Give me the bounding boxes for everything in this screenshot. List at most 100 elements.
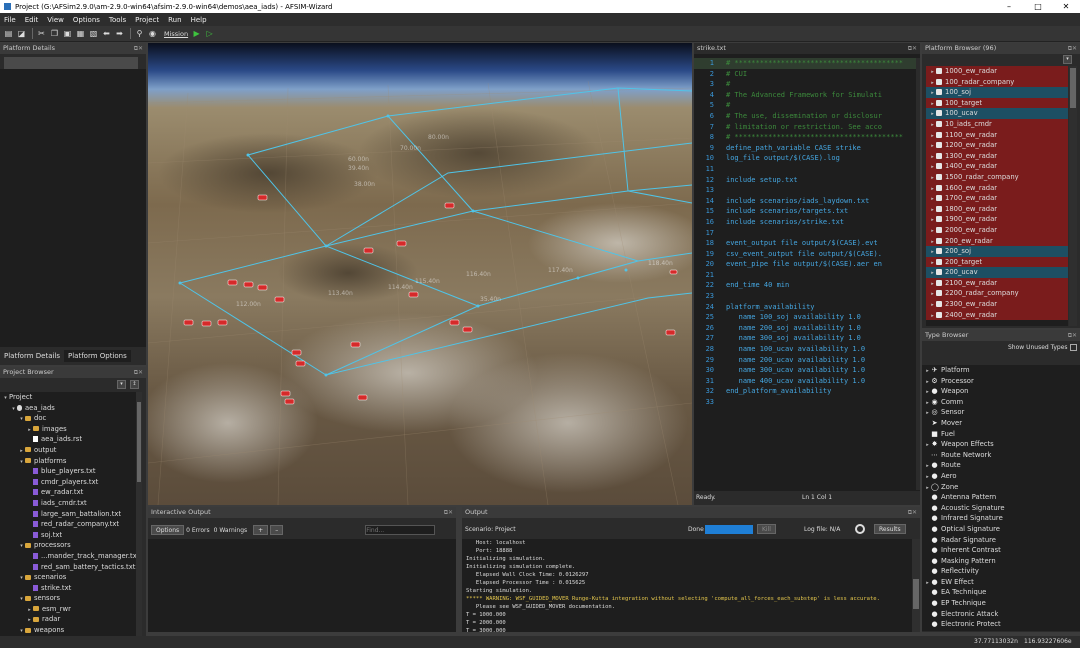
menu-run[interactable]: Run xyxy=(168,16,181,24)
spinner-icon[interactable] xyxy=(855,524,865,534)
panel-float-close-icon[interactable]: ⧉✕ xyxy=(1068,330,1077,341)
type-item[interactable]: ▸ ● Route xyxy=(922,460,1080,471)
tree-item[interactable]: blue_players.txt xyxy=(0,466,136,477)
tab-strike-txt[interactable]: strike.txt xyxy=(697,44,726,52)
tree-item[interactable]: ▾ sensors xyxy=(0,593,136,604)
type-item[interactable]: ● Electronic Attack xyxy=(922,609,1080,620)
menu-edit[interactable]: Edit xyxy=(25,16,39,24)
project-tree-scrollbar[interactable] xyxy=(136,392,142,638)
platform-item[interactable]: ▸ 1100_ew_radar xyxy=(926,129,1068,141)
platform-item[interactable]: ▸ 1200_ew_radar xyxy=(926,140,1068,151)
chevron-right-icon[interactable]: ▸ xyxy=(929,311,936,322)
tree-item[interactable]: ▸ esm_rwr xyxy=(0,604,136,615)
minimize-button[interactable]: – xyxy=(995,0,1023,13)
tree-item[interactable]: ▾ processors xyxy=(0,540,136,551)
type-item[interactable]: ● Masking Pattern xyxy=(922,556,1080,567)
platform-item[interactable]: ▸ 200_target xyxy=(926,256,1068,268)
code-area[interactable]: 1 # *************************************… xyxy=(694,58,916,490)
tree-item[interactable]: iads_cmdr.txt xyxy=(0,498,136,509)
tree-item[interactable]: cmdr_players.txt xyxy=(0,477,136,488)
search-icon[interactable]: ⚲ xyxy=(134,28,145,39)
warnings-count[interactable]: 0 Warnings xyxy=(214,527,248,534)
menu-view[interactable]: View xyxy=(47,16,64,24)
type-item[interactable]: ● EA Technique xyxy=(922,587,1080,598)
platform-item[interactable]: ▸ 1400_ew_radar xyxy=(926,161,1068,172)
tree-item[interactable]: ▾ Project xyxy=(0,392,136,403)
dropdown-icon[interactable]: ▾ xyxy=(1063,55,1072,64)
platform-item[interactable]: ▸ 100_target xyxy=(926,97,1068,109)
type-item[interactable]: ▸ ✸ Weapon Effects xyxy=(922,439,1080,450)
platform-item[interactable]: ▸ 1000_ew_radar xyxy=(926,66,1068,77)
type-item[interactable]: ● Reflectivity xyxy=(922,566,1080,577)
tree-item[interactable]: ▸ radar xyxy=(0,614,136,625)
platform-item[interactable]: ▸ 2300_ew_radar xyxy=(926,299,1068,310)
back-arrow-icon[interactable]: ⬅ xyxy=(101,28,112,39)
panel-float-close-icon[interactable]: ⧉✕ xyxy=(1068,43,1077,54)
platform-item[interactable]: ▸ 200_ucav xyxy=(926,267,1068,278)
platform-item[interactable]: ▸ 200_ew_radar xyxy=(926,235,1068,247)
type-item[interactable]: ▸ ⚙ Processor xyxy=(922,376,1080,387)
type-item[interactable]: ● Radar Signature xyxy=(922,535,1080,546)
menu-file[interactable]: File xyxy=(4,16,16,24)
platform-item[interactable]: ▸ 2100_ew_radar xyxy=(926,277,1068,289)
remove-button[interactable]: – xyxy=(270,525,284,535)
new-file-icon[interactable]: ▤ xyxy=(3,28,14,39)
pin-icon[interactable]: ↥ xyxy=(130,380,139,389)
platform-item[interactable]: ▸ 1300_ew_radar xyxy=(926,150,1068,162)
platform-item[interactable]: ▸ 2200_radar_company xyxy=(926,288,1068,300)
type-item[interactable]: ▸ ● Weapon xyxy=(922,386,1080,397)
platform-item[interactable]: ▸ 200_soj xyxy=(926,246,1068,257)
platform-item[interactable]: ▸ 1500_radar_company xyxy=(926,171,1068,183)
paste-icon[interactable]: ▣ xyxy=(62,28,73,39)
tree-item[interactable]: soj.txt xyxy=(0,530,136,541)
tree-item[interactable]: ▸ output xyxy=(0,445,136,456)
results-button[interactable]: Results xyxy=(874,524,906,534)
type-item[interactable]: ▸ ✈ Platform xyxy=(922,365,1080,376)
map-view[interactable]: 80.00n 70.00n 60.00n 39.40n 38.00n 112.00n 113… xyxy=(148,43,692,505)
tree-item[interactable]: ▾ platforms xyxy=(0,456,136,467)
type-item[interactable]: ● Optical Signature xyxy=(922,524,1080,535)
type-item[interactable]: ● EP Technique xyxy=(922,598,1080,609)
menu-help[interactable]: Help xyxy=(191,16,207,24)
tree-item[interactable]: red_radar_company.txt xyxy=(0,519,136,530)
show-unused-checkbox[interactable] xyxy=(1070,344,1077,351)
type-item[interactable]: ● Antenna Pattern xyxy=(922,492,1080,503)
tree-item[interactable]: ew_radar.txt xyxy=(0,487,136,498)
panel-float-close-icon[interactable]: ⧉✕ xyxy=(908,43,917,54)
type-item[interactable]: ▸ ◎ Sensor xyxy=(922,407,1080,418)
menu-options[interactable]: Options xyxy=(73,16,100,24)
tree-item[interactable]: ▸ images xyxy=(0,424,136,435)
tree-item[interactable]: large_sam_battalion.txt xyxy=(0,509,136,520)
tab-platform-options[interactable]: Platform Options xyxy=(64,350,131,362)
type-item[interactable]: ● Inherent Contrast xyxy=(922,545,1080,556)
editor-scrollbar[interactable] xyxy=(916,58,920,490)
tab-platform-details[interactable]: Platform Details xyxy=(0,350,64,362)
tree-item[interactable]: aea_iads.rst xyxy=(0,434,136,445)
platform-item[interactable]: ▸ 1900_ew_radar xyxy=(926,214,1068,225)
mission-button[interactable]: Mission xyxy=(164,30,188,38)
platform-item[interactable]: ▸ 100_ucav xyxy=(926,108,1068,119)
type-item[interactable]: ● Infrared Signature xyxy=(922,513,1080,524)
type-item[interactable]: ▸ ◯ Zone xyxy=(922,482,1080,493)
eye-icon[interactable]: ◉ xyxy=(147,28,158,39)
document-icon[interactable]: ▧ xyxy=(88,28,99,39)
type-item[interactable]: ▸ ◉ Comm xyxy=(922,397,1080,408)
type-item[interactable]: ➤ Mover xyxy=(922,418,1080,429)
type-item[interactable]: ▸ ● Aero xyxy=(922,471,1080,482)
type-item[interactable]: ▸ ● EW Effect xyxy=(922,577,1080,588)
kill-button[interactable]: Kill xyxy=(757,524,776,534)
tree-item[interactable]: ...mander_track_manager.txt xyxy=(0,551,136,562)
maximize-button[interactable]: □ xyxy=(1024,0,1052,13)
close-button[interactable]: ✕ xyxy=(1052,0,1080,13)
platform-item[interactable]: ▸ 10_iads_cmdr xyxy=(926,118,1068,130)
tree-item[interactable]: ▾ aea_iads xyxy=(0,403,136,414)
dropdown-icon[interactable]: ▾ xyxy=(117,380,126,389)
platform-item[interactable]: ▸ 2000_ew_radar xyxy=(926,224,1068,236)
errors-count[interactable]: 0 Errors xyxy=(186,527,209,534)
platform-list-scrollbar[interactable] xyxy=(1069,66,1077,326)
cut-icon[interactable]: ✂ xyxy=(36,28,47,39)
print-icon[interactable]: ▦ xyxy=(75,28,86,39)
type-item[interactable]: ● Acoustic Signature xyxy=(922,503,1080,514)
type-item[interactable]: ● Electronic Protect xyxy=(922,619,1080,630)
platform-item[interactable]: ▸ 1700_ew_radar xyxy=(926,193,1068,204)
